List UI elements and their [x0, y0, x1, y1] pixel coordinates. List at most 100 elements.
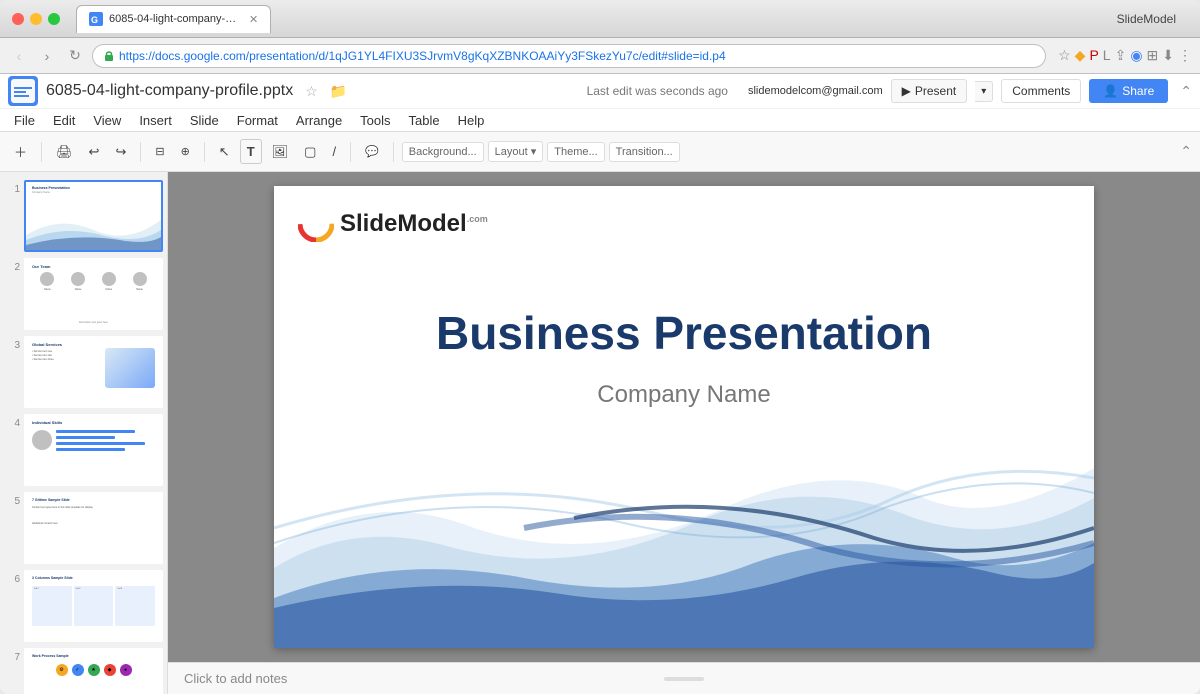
menu-slide[interactable]: Slide — [182, 111, 227, 130]
thumb4-title: Individual Skills — [32, 420, 62, 425]
extension-icon1[interactable]: ◆ — [1075, 47, 1086, 64]
url-bar: ‹ › ↻ https://docs.google.com/presentati… — [0, 38, 1200, 74]
slide-item-1[interactable]: 1 Business Presentation Company Name — [4, 180, 163, 252]
share-button[interactable]: 👤 Share — [1089, 79, 1168, 103]
close-button[interactable] — [12, 13, 24, 25]
slide-item-3[interactable]: 3 Global Services • Service item one• Se… — [4, 336, 163, 408]
slide-item-2[interactable]: 2 Our Team Name Name — [4, 258, 163, 330]
add-button[interactable]: ＋ — [8, 138, 33, 165]
menu-format[interactable]: Format — [229, 111, 286, 130]
zoom-in-button[interactable]: ⊕ — [175, 141, 196, 162]
tab-close-icon[interactable]: ✕ — [249, 13, 258, 26]
undo-button[interactable]: ↩ — [83, 140, 106, 164]
slide-thumbnail-2[interactable]: Our Team Name Name — [24, 258, 163, 330]
slide-thumbnail-1[interactable]: Business Presentation Company Name — [24, 180, 163, 252]
slide-item-5[interactable]: 5 7 Gittime Sample Slide Content text go… — [4, 492, 163, 564]
collapse-toolbar-icon[interactable]: ⌃ — [1180, 83, 1192, 100]
canvas-logo-area: SlideModel.com — [298, 206, 488, 242]
slide-number-2: 2 — [4, 262, 20, 273]
collapse-icon[interactable]: ⌃ — [1180, 143, 1192, 160]
extension-icon4[interactable]: ⇪ — [1115, 47, 1127, 64]
menu-insert[interactable]: Insert — [131, 111, 180, 130]
slide-thumbnail-3[interactable]: Global Services • Service item one• Serv… — [24, 336, 163, 408]
extension-icon3[interactable]: L — [1103, 47, 1111, 64]
extension-icon2[interactable]: P — [1089, 47, 1098, 64]
share-person-icon: 👤 — [1103, 84, 1118, 98]
menu-tools[interactable]: Tools — [352, 111, 398, 130]
print-button[interactable]: 🖨 — [50, 140, 79, 164]
browser-tab[interactable]: G 6085-04-light-company-pr... ✕ — [76, 5, 271, 33]
slide-number-1: 1 — [4, 184, 20, 195]
layout-button[interactable]: Layout ▾ — [488, 141, 544, 162]
slides-panel: 1 Business Presentation Company Name — [0, 172, 168, 694]
url-input[interactable]: https://docs.google.com/presentation/d/1… — [92, 44, 1046, 68]
slide-number-3: 3 — [4, 340, 20, 351]
line-tool[interactable]: / — [326, 140, 342, 163]
thumb2-persons: Name Name Name — [26, 272, 161, 291]
star-icon[interactable]: ☆ — [305, 83, 318, 100]
thumb1-title: Business Presentation — [32, 186, 70, 190]
app-logo — [8, 76, 38, 106]
slide-canvas-area[interactable]: SlideModel.com Business Presentation Com… — [168, 172, 1200, 662]
background-button[interactable]: Background... — [402, 142, 484, 162]
folder-icon[interactable]: 📁 — [330, 83, 347, 100]
comments-button[interactable]: Comments — [1001, 79, 1081, 103]
last-edit-status: Last edit was seconds ago — [587, 84, 728, 98]
forward-button[interactable]: › — [36, 48, 58, 64]
app-title-row: 6085-04-light-company-profile.pptx ☆ 📁 L… — [0, 74, 1200, 109]
back-button[interactable]: ‹ — [8, 48, 30, 64]
menu-view[interactable]: View — [85, 111, 129, 130]
text-tool[interactable]: T — [240, 139, 262, 164]
slide-thumbnail-5[interactable]: 7 Gittime Sample Slide Content text goes… — [24, 492, 163, 564]
select-tool[interactable]: ↖ — [213, 140, 236, 164]
menu-arrange[interactable]: Arrange — [288, 111, 350, 130]
slide-thumbnail-6[interactable]: 3 Columns Sample Slide Col 1 Col 2 Col 3 — [24, 570, 163, 642]
menu-icon[interactable]: ⋮ — [1178, 47, 1192, 64]
thumb7-icons: ⚙ ✓ ★ ◆ ● — [26, 664, 161, 676]
svg-text:G: G — [91, 15, 98, 25]
slide-1-content: Business Presentation Company Name — [26, 182, 161, 250]
slide-thumbnail-7[interactable]: Work Process Sample ⚙ ✓ ★ ◆ ● Process de… — [24, 648, 163, 694]
theme-button[interactable]: Theme... — [547, 142, 604, 162]
thumb2-body: Description text goes here — [32, 321, 155, 324]
slide-5-content: 7 Gittime Sample Slide Content text goes… — [26, 494, 161, 562]
minimize-button[interactable] — [30, 13, 42, 25]
thumb5-body: Content text goes here in this slide tem… — [32, 506, 155, 510]
thumb4-avatar — [32, 430, 52, 450]
menu-table[interactable]: Table — [401, 111, 448, 130]
slide-number-5: 5 — [4, 496, 20, 507]
slide-3-content: Global Services • Service item one• Serv… — [26, 338, 161, 406]
image-tool[interactable]: 🖼 — [266, 140, 295, 164]
present-button[interactable]: ▶ Present — [891, 79, 968, 103]
menu-help[interactable]: Help — [450, 111, 493, 130]
bookmark-icon[interactable]: ☆ — [1058, 47, 1071, 64]
redo-button[interactable]: ↪ — [109, 140, 132, 164]
notes-placeholder[interactable]: Click to add notes — [184, 671, 287, 686]
user-email[interactable]: slidemodelcom@gmail.com — [748, 85, 883, 97]
download-icon[interactable]: ⬇ — [1162, 47, 1174, 64]
reload-button[interactable]: ↻ — [64, 47, 86, 64]
toolbar-separator-1 — [41, 142, 42, 162]
comment-tool[interactable]: 💬 — [359, 141, 385, 162]
lock-icon — [103, 50, 115, 62]
tab-bar: G 6085-04-light-company-pr... ✕ — [76, 5, 1109, 33]
extension-icon6[interactable]: ⊞ — [1147, 47, 1159, 64]
transition-button[interactable]: Transition... — [609, 142, 680, 162]
present-dropdown-button[interactable]: ▾ — [975, 81, 993, 102]
slide-item-6[interactable]: 6 3 Columns Sample Slide Col 1 Col 2 Col… — [4, 570, 163, 642]
slide-item-4[interactable]: 4 Individual Skills — [4, 414, 163, 486]
maximize-button[interactable] — [48, 13, 60, 25]
present-play-icon: ▶ — [902, 84, 911, 98]
menu-bar: File Edit View Insert Slide Format Arran… — [0, 109, 1200, 131]
main-content: 1 Business Presentation Company Name — [0, 172, 1200, 694]
menu-file[interactable]: File — [6, 111, 43, 130]
shapes-tool[interactable]: ▢ — [298, 140, 322, 164]
slide-notes-bar[interactable]: Click to add notes — [168, 662, 1200, 694]
slide-item-7[interactable]: 7 Work Process Sample ⚙ ✓ ★ ◆ ● Process … — [4, 648, 163, 694]
extension-icon5[interactable]: ◉ — [1130, 47, 1142, 64]
url-text: https://docs.google.com/presentation/d/1… — [119, 49, 726, 63]
slide-main-title: Business Presentation — [274, 306, 1094, 360]
zoom-out-button[interactable]: ⊟ — [149, 141, 170, 162]
slide-thumbnail-4[interactable]: Individual Skills — [24, 414, 163, 486]
menu-edit[interactable]: Edit — [45, 111, 83, 130]
